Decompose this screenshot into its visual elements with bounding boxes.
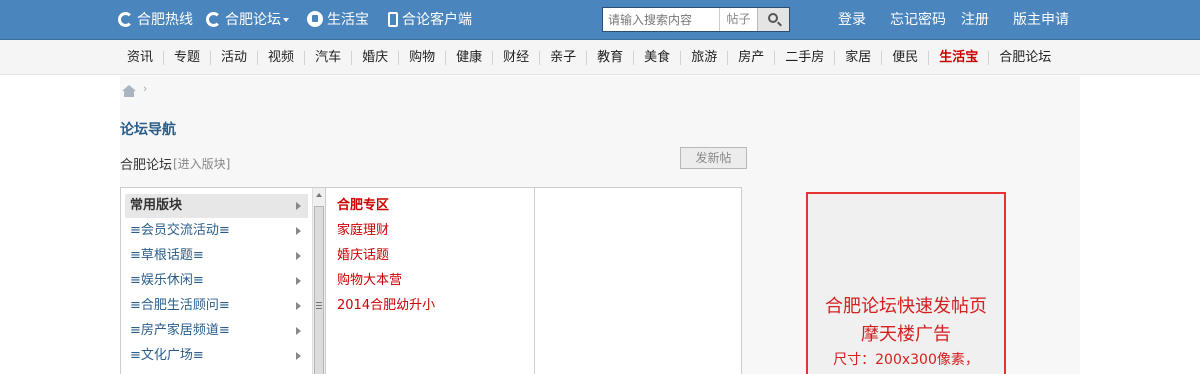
board-group-item[interactable]: ≡合肥生活顾问≡ [125, 294, 308, 318]
board-group-item[interactable]: ≡草根话题≡ [125, 244, 308, 268]
channel-link[interactable]: 美食 [633, 50, 680, 65]
board-group-item[interactable]: ≡会员交流活动≡ [125, 219, 308, 243]
breadcrumb-separator: › [143, 82, 148, 95]
channel-link[interactable]: 专题 [163, 50, 210, 65]
channel-link[interactable]: 汽车 [304, 50, 351, 65]
channel-link[interactable]: 财经 [492, 50, 539, 65]
board-group-item[interactable]: ≡文化广场≡ [125, 344, 308, 368]
life-bao-icon [307, 11, 323, 27]
board-group-label: ≡娱乐休闲≡ [130, 273, 204, 288]
search-button[interactable] [757, 8, 789, 31]
forum-name: 合肥论坛 [120, 158, 173, 173]
board-item[interactable]: 2014合肥幼升小 [337, 294, 435, 318]
home-icon[interactable] [122, 85, 136, 97]
new-post-button[interactable]: 发新帖 [680, 147, 747, 169]
channel-link[interactable]: 教育 [586, 50, 633, 65]
chevron-right-icon [296, 202, 301, 210]
hefei-logo-icon [206, 11, 221, 27]
channel-link[interactable]: 生活宝 [928, 50, 988, 65]
hefei-forum-link[interactable]: 合肥论坛 [206, 0, 289, 40]
channel-link[interactable]: 房产 [727, 50, 774, 65]
chevron-right-icon [296, 277, 301, 285]
channel-link[interactable]: 资讯 [117, 50, 163, 65]
skyscraper-ad[interactable]: 合肥论坛快速发帖页 摩天楼广告 尺寸：200x300像素， [806, 192, 1006, 374]
board-group-label: ≡房产家居频道≡ [130, 323, 230, 338]
search-box: 帖子 [602, 7, 790, 32]
chevron-right-icon [296, 327, 301, 335]
chevron-right-icon [296, 302, 301, 310]
page-title: 论坛导航 [120, 122, 176, 138]
channel-link[interactable]: 旅游 [680, 50, 727, 65]
ad-line-3: 尺寸：200x300像素， [833, 352, 979, 368]
search-category-select[interactable]: 帖子 [719, 8, 757, 31]
channel-link[interactable]: 购物 [398, 50, 445, 65]
board-group-item[interactable]: 常用版块 [125, 194, 308, 218]
chevron-right-icon [296, 252, 301, 260]
chevron-right-icon [296, 227, 301, 235]
channel-link[interactable]: 婚庆 [351, 50, 398, 65]
channel-list: 资讯 专题 活动 视频 汽车 婚庆 购物 健康 财经 亲子 教育 美食 旅游 房产 二手房 家居 便民 生活宝 合肥… [117, 40, 1061, 75]
hefei-hotline-link[interactable]: 合肥热线 [118, 0, 193, 40]
board-list: 合肥专区 家庭理财 婚庆话题 购物大本营 2014合肥幼升小 [328, 188, 535, 374]
channel-link[interactable]: 视频 [257, 50, 304, 65]
channel-link[interactable]: 便民 [881, 50, 928, 65]
moderator-apply-link[interactable]: 版主申请 [1013, 0, 1069, 40]
board-selector: 常用版块 ≡会员交流活动≡ ≡草根话题≡ ≡娱乐休闲≡ ≡合肥生活顾问≡ ≡房产家居频道≡… [120, 187, 742, 374]
scroll-up-icon[interactable] [316, 193, 322, 197]
board-group-list: 常用版块 ≡会员交流活动≡ ≡草根话题≡ ≡娱乐休闲≡ ≡合肥生活顾问≡ ≡房产家居频道≡… [121, 188, 310, 374]
phone-icon [388, 11, 398, 27]
board-item[interactable]: 合肥专区 [337, 194, 389, 218]
channel-link[interactable]: 家居 [834, 50, 881, 65]
board-group-label: ≡会员交流活动≡ [130, 223, 230, 238]
sub-board-list [536, 188, 742, 374]
board-group-item[interactable]: ≡娱乐休闲≡ [125, 269, 308, 293]
search-icon [768, 13, 778, 23]
top-bar: 合肥热线 合肥论坛 生活宝 合论客户端 帖子 登录 忘记密码 注册 版主申请 [0, 0, 1200, 40]
forgot-password-link[interactable]: 忘记密码 [890, 0, 946, 40]
ad-line-2: 摩天楼广告 [861, 324, 951, 345]
scrollbar-thumb[interactable] [314, 206, 324, 374]
chevron-right-icon [296, 352, 301, 360]
scrollbar[interactable] [312, 188, 326, 374]
search-input[interactable] [603, 8, 719, 31]
channel-link[interactable]: 二手房 [774, 50, 834, 65]
board-item[interactable]: 购物大本营 [337, 269, 402, 293]
life-bao-link[interactable]: 生活宝 [307, 0, 369, 40]
board-group-label: ≡文化广场≡ [130, 348, 204, 363]
board-group-label: ≡草根话题≡ [130, 248, 204, 263]
board-group-label: ≡合肥生活顾问≡ [130, 298, 230, 313]
ad-line-1: 合肥论坛快速发帖页 [825, 296, 987, 317]
board-group-label: 常用版块 [130, 198, 183, 213]
hefei-logo-icon [118, 11, 133, 27]
channel-link[interactable]: 亲子 [539, 50, 586, 65]
grip-icon [316, 302, 322, 309]
channel-nav: 资讯 专题 活动 视频 汽车 婚庆 购物 健康 财经 亲子 教育 美食 旅游 房产 二手房 家居 便民 生活宝 合肥… [0, 40, 1200, 75]
enter-forum-link[interactable]: [进入版块] [173, 155, 230, 172]
register-link[interactable]: 注册 [961, 0, 989, 40]
board-item[interactable]: 婚庆话题 [337, 244, 389, 268]
login-link[interactable]: 登录 [838, 0, 866, 40]
client-app-link[interactable]: 合论客户端 [388, 0, 472, 40]
board-item[interactable]: 家庭理财 [337, 219, 389, 243]
channel-link[interactable]: 活动 [210, 50, 257, 65]
chevron-down-icon [283, 18, 289, 22]
channel-link[interactable]: 合肥论坛 [988, 50, 1061, 65]
channel-link[interactable]: 健康 [445, 50, 492, 65]
board-group-item[interactable]: ≡房产家居频道≡ [125, 319, 308, 343]
